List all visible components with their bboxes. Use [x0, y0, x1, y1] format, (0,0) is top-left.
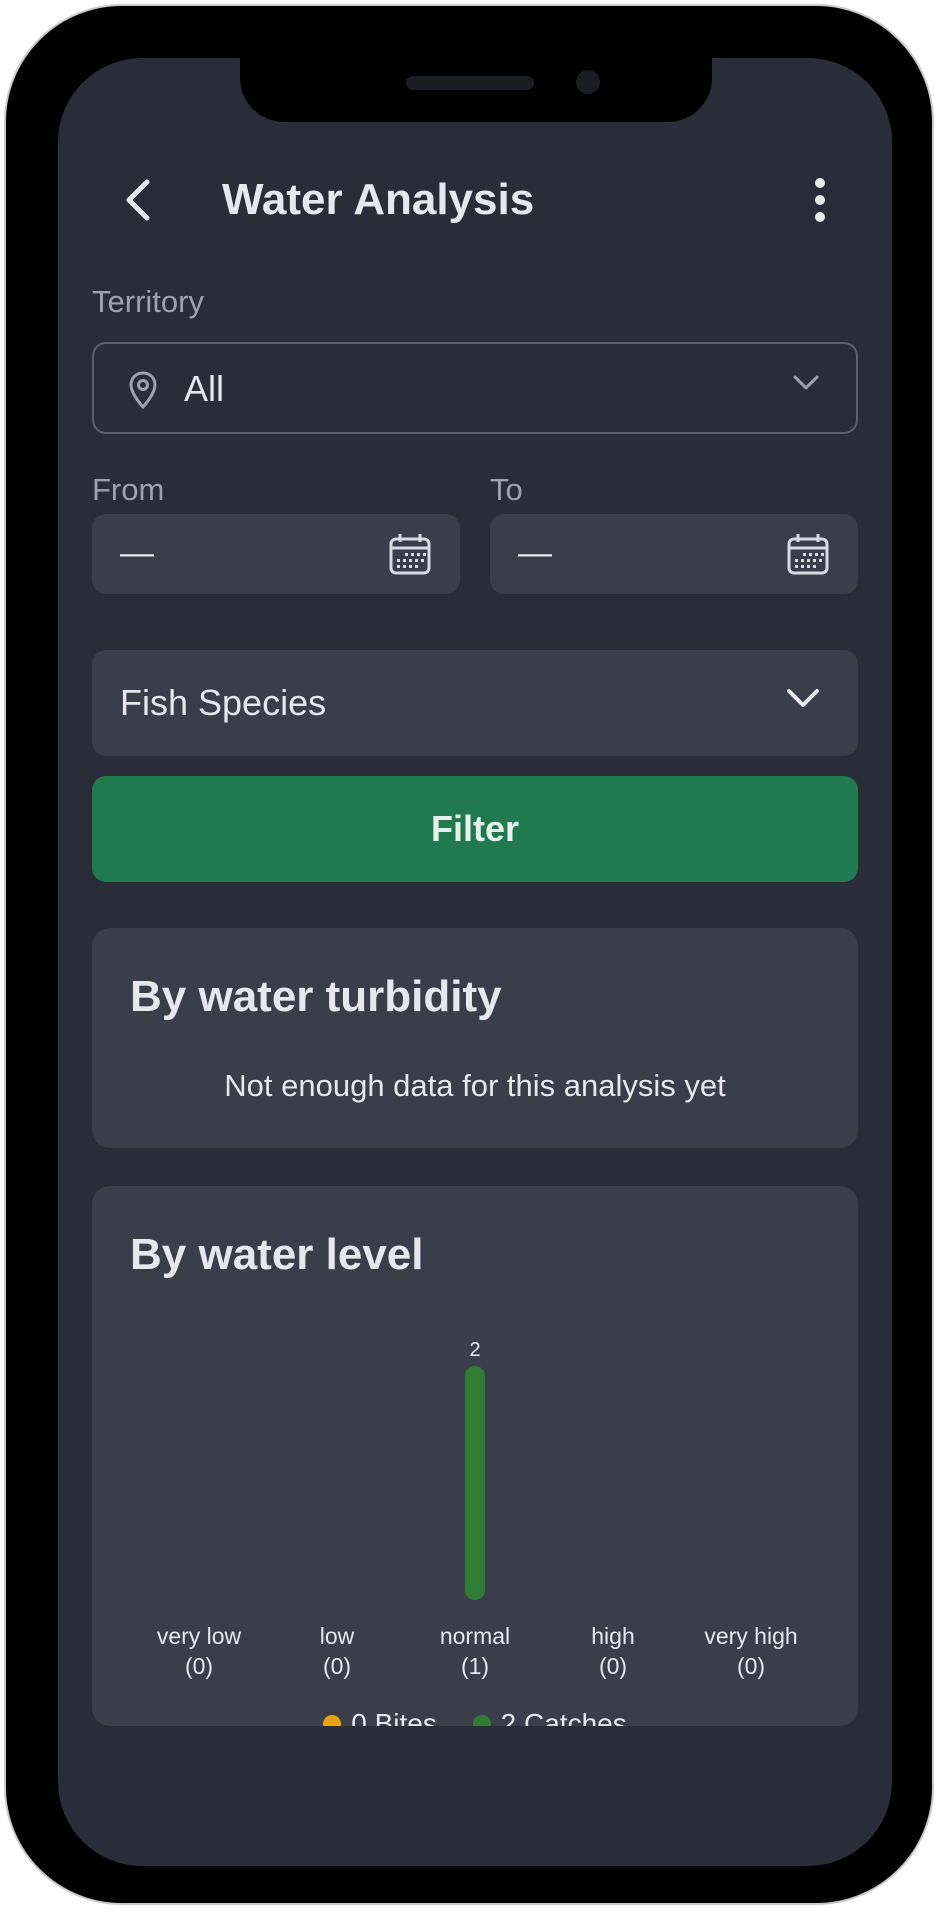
more-menu-button[interactable]	[796, 174, 844, 226]
chevron-down-icon	[787, 689, 819, 707]
territory-value: All	[184, 368, 225, 409]
back-button[interactable]	[114, 176, 162, 224]
chart-legend: 0 Bites 2 Catches	[92, 1708, 858, 1726]
territory-select[interactable]: All	[92, 342, 858, 434]
chevron-down-icon	[793, 375, 819, 390]
no-data-message: Not enough data for this analysis yet	[224, 1068, 726, 1103]
bites-dot	[323, 1715, 342, 1726]
x-tick-count: (0)	[323, 1653, 351, 1679]
fish-species-select[interactable]: Fish Species	[92, 650, 858, 756]
turbidity-card: By water turbidity Not enough data for t…	[92, 928, 858, 1148]
to-label: To	[490, 472, 523, 507]
chevron-left-icon	[126, 179, 150, 221]
x-tick-count: (0)	[599, 1653, 627, 1679]
device-notch	[240, 58, 712, 122]
x-tick-count: (1)	[461, 1653, 489, 1679]
water-level-chart: very low (0) low (0) 2 normal (1) high (0) very h…	[157, 1339, 798, 1679]
to-date-value: —	[518, 534, 552, 572]
fish-species-label: Fish Species	[120, 682, 327, 723]
x-tick-count: (0)	[737, 1653, 765, 1679]
location-pin-icon	[129, 371, 157, 410]
to-date-field[interactable]: —	[490, 514, 858, 594]
speaker-icon	[406, 76, 534, 90]
legend-bites-label: 0 Bites	[351, 1708, 437, 1726]
camera-icon	[576, 70, 600, 94]
x-tick-count: (0)	[185, 1653, 213, 1679]
more-vertical-icon	[815, 178, 825, 222]
x-tick-label: low	[320, 1623, 355, 1649]
app-screen: Water Analysis Territory All From To — —…	[58, 58, 892, 1866]
from-label: From	[92, 472, 165, 507]
calendar-icon	[787, 534, 829, 575]
x-tick-label: very low	[157, 1623, 242, 1649]
phone-frame: Water Analysis Territory All From To — —…	[4, 4, 934, 1905]
legend-catches-label: 2 Catches	[500, 1708, 627, 1726]
from-date-field[interactable]: —	[92, 514, 460, 594]
calendar-icon	[389, 534, 431, 575]
x-tick-label: normal	[440, 1623, 510, 1649]
filter-button[interactable]: Filter	[92, 776, 858, 882]
x-tick-label: high	[591, 1623, 634, 1649]
catches-dot	[472, 1715, 491, 1726]
bar-catches-normal	[465, 1366, 485, 1600]
bar-value-label: 2	[469, 1339, 480, 1361]
legend-item-catches: 2 Catches	[472, 1708, 627, 1726]
territory-label: Territory	[92, 284, 204, 319]
legend-item-bites: 0 Bites	[323, 1708, 437, 1726]
page-title: Water Analysis	[222, 175, 535, 224]
top-app-bar: Water Analysis	[58, 158, 892, 242]
turbidity-title: By water turbidity	[130, 972, 502, 1021]
x-tick-label: very high	[704, 1623, 797, 1649]
from-date-value: —	[120, 534, 154, 572]
water-level-card: By water level very low (0) low (0) 2 normal(…	[92, 1186, 858, 1726]
